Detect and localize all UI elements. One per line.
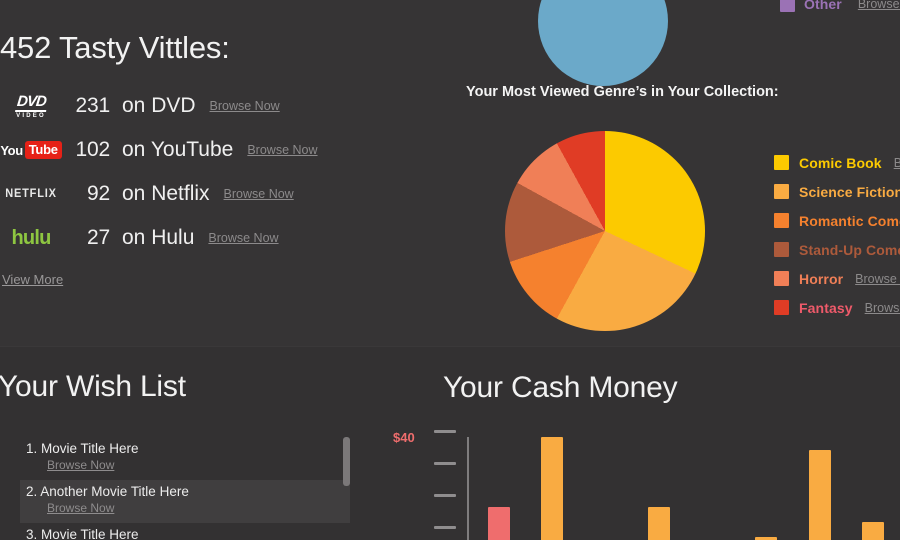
browse-now-link-youtube[interactable]: Browse Now [247, 143, 317, 157]
legend-label: Stand-Up Comedy [799, 241, 900, 258]
cash-y-axis-tick [434, 494, 456, 497]
youtube-logo-badge: Tube [24, 141, 62, 159]
wish-list-item-title: 3. Movie Title Here [26, 527, 139, 540]
genre-legend: Comic BookBrowse NowScience FictionBrows… [774, 148, 900, 322]
wish-list-item[interactable]: 1. Movie Title Here Browse Now [20, 437, 350, 480]
cash-y-axis-ticks [434, 430, 456, 540]
section-divider [0, 346, 900, 347]
legend-item-science-fiction[interactable]: Science FictionBrowse Now [774, 177, 900, 206]
browse-now-link-other[interactable]: Browse Now [858, 0, 900, 11]
vittles-list: DVD VIDEO 231 on DVD Browse Now You Tube… [0, 84, 340, 260]
legend-item-romantic-comedy[interactable]: Romantic ComedyBrowse Now [774, 206, 900, 235]
wish-list-item[interactable]: 2. Another Movie Title Here Browse Now [20, 480, 350, 523]
browse-now-link[interactable]: Browse Now [865, 301, 900, 315]
legend-swatch-other-icon [780, 0, 795, 12]
dashboard-root: Other Browse Now 452 Tasty Vittles: DVD … [0, 0, 900, 540]
browse-now-link[interactable]: Browse Now [894, 156, 900, 170]
vittles-count-hulu: 27 [87, 226, 110, 249]
cash-bar [541, 437, 564, 540]
legend-swatch-icon [774, 242, 789, 257]
cash-y-axis-tick [434, 526, 456, 529]
hulu-logo-text: hulu [11, 226, 51, 249]
vittles-label-hulu: on Hulu [122, 226, 195, 249]
vittles-row-hulu[interactable]: hulu 27 on Hulu Browse Now [0, 216, 340, 260]
legend-item-comic-book[interactable]: Comic Book Browse Now [774, 148, 900, 177]
cash-y-axis-tick [434, 430, 456, 433]
wish-list-scrollbar[interactable] [343, 437, 350, 540]
youtube-logo-text: You [0, 142, 23, 158]
cash-bar [808, 449, 831, 540]
tasty-vittles-title: 452 Tasty Vittles: [0, 30, 230, 65]
legend-item-fantasy[interactable]: Fantasy Browse Now [774, 293, 900, 322]
wish-list-item[interactable]: 3. Movie Title HereBrowse Now [20, 523, 350, 540]
vittles-label-dvd: on DVD [122, 94, 196, 117]
legend-label: Comic Book [799, 154, 882, 171]
cash-bar [487, 506, 510, 540]
vittles-label-youtube: on YouTube [122, 138, 234, 161]
netflix-logo-text: NETFLIX [5, 187, 57, 201]
legend-label: Romantic Comedy [799, 212, 900, 229]
genre-pie-chart [505, 131, 705, 331]
cash-y-axis-line [467, 437, 469, 540]
legend-label: Science Fiction [799, 183, 900, 200]
netflix-logo-icon: NETFLIX [0, 187, 64, 201]
vittles-count-dvd: 231 [75, 94, 111, 117]
vittles-label-netflix: on Netflix [122, 182, 210, 205]
browse-now-link[interactable]: Browse Now [47, 458, 114, 472]
legend-label-other: Other [804, 0, 842, 12]
cash-bar [862, 521, 885, 540]
legend-swatch-icon [774, 155, 789, 170]
cash-bar [648, 506, 671, 540]
wish-list-item-title: 2. Another Movie Title Here [26, 484, 189, 499]
wish-list-item-title: 1. Movie Title Here [26, 441, 139, 456]
wish-list-panel[interactable]: 1. Movie Title Here Browse Now 2. Another … [20, 437, 350, 540]
hulu-logo-icon: hulu [0, 227, 64, 250]
tasty-vittles-panel: 452 Tasty Vittles: DVD VIDEO 231 on DVD … [0, 30, 340, 289]
browse-now-link[interactable]: Browse Now [47, 501, 114, 515]
legend-label: Fantasy [799, 299, 853, 316]
legend-swatch-icon [774, 213, 789, 228]
view-more-link[interactable]: View More [2, 272, 63, 287]
cash-money-bar-chart [472, 400, 900, 540]
vittles-row-netflix[interactable]: NETFLIX 92 on Netflix Browse Now [0, 172, 340, 216]
vittles-row-youtube[interactable]: You Tube 102 on YouTube Browse Now [0, 128, 340, 172]
vittles-count-youtube: 102 [75, 138, 111, 161]
genre-chart-title: Your Most Viewed Genre’s in Your Collect… [466, 84, 779, 100]
cash-y-axis-max-label: $40 [393, 430, 415, 445]
legend-item-horror[interactable]: Horror Browse Now [774, 264, 900, 293]
legend-item-other[interactable]: Other Browse Now [780, 0, 900, 12]
legend-swatch-icon [774, 300, 789, 315]
dvd-logo-icon: DVD VIDEO [0, 92, 64, 119]
vittles-count-netflix: 92 [87, 182, 110, 205]
legend-swatch-icon [774, 184, 789, 199]
cash-y-axis-tick [434, 462, 456, 465]
legend-label: Horror [799, 270, 844, 287]
youtube-logo-icon: You Tube [0, 141, 64, 159]
wish-list-scrollbar-thumb[interactable] [343, 437, 350, 486]
vittles-row-dvd[interactable]: DVD VIDEO 231 on DVD Browse Now [0, 84, 340, 128]
dvd-logo-subtext: VIDEO [16, 112, 46, 119]
legend-item-stand-up-comedy[interactable]: Stand-Up ComedyBrowse Now [774, 235, 900, 264]
browse-now-link-hulu[interactable]: Browse Now [208, 231, 278, 245]
wish-list-title: Your Wish List [0, 370, 186, 403]
legend-swatch-icon [774, 271, 789, 286]
browse-now-link[interactable]: Browse Now [855, 272, 900, 286]
browse-now-link-netflix[interactable]: Browse Now [224, 187, 294, 201]
dvd-logo-text: DVD [14, 92, 48, 112]
browse-now-link-dvd[interactable]: Browse Now [210, 99, 280, 113]
